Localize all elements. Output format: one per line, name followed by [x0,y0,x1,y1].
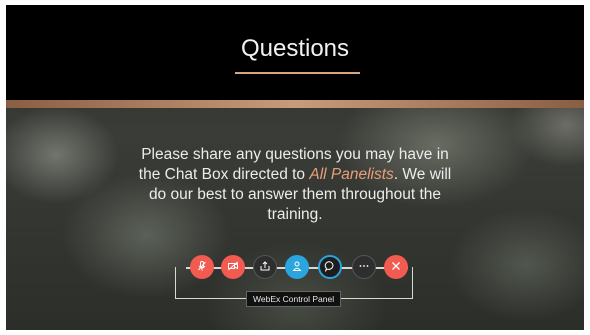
body-highlight: All Panelists [309,166,394,183]
participants-icon [291,260,303,275]
more-icon [358,260,370,275]
video-button[interactable] [221,255,245,279]
share-button[interactable] [253,255,277,279]
slide-title: Questions [240,35,350,62]
control-panel-tooltip: WebEx Control Panel [246,291,342,307]
close-icon [390,260,402,275]
video-off-icon [227,260,239,275]
microphone-muted-icon [196,260,208,275]
title-bar: Questions [6,5,584,100]
chat-icon [324,260,336,275]
participants-button[interactable] [285,255,309,279]
end-meeting-button[interactable] [384,255,408,279]
share-icon [259,260,271,275]
title-underline [235,72,360,74]
more-options-button[interactable] [352,255,376,279]
accent-bar [6,100,584,108]
mute-button[interactable] [190,255,214,279]
chat-button[interactable] [318,255,342,279]
slide-body-text: Please share any questions you may have … [136,145,454,225]
